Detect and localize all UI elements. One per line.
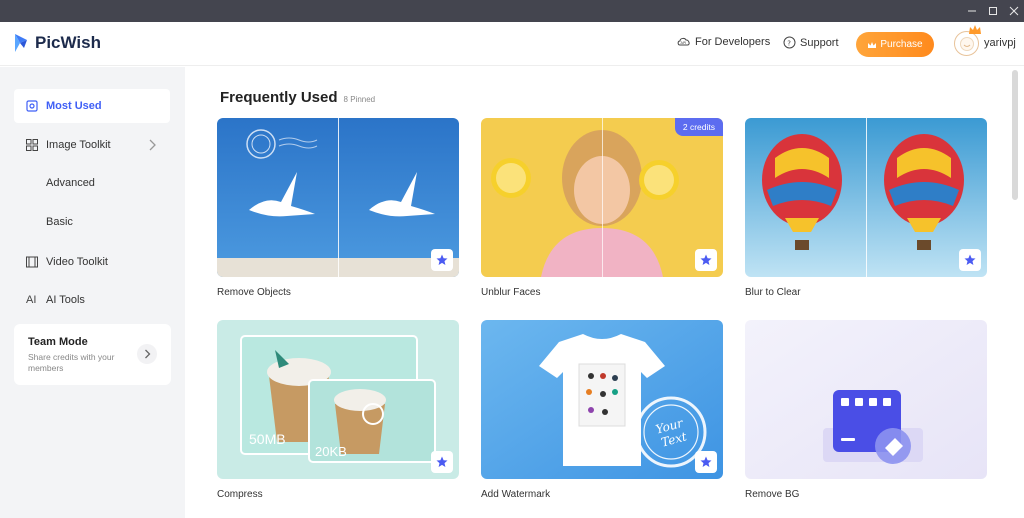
purchase-button[interactable]: Purchase xyxy=(856,32,934,57)
scrollbar[interactable] xyxy=(1012,70,1018,200)
compare-divider[interactable] xyxy=(602,118,603,277)
support-link[interactable]: ? Support xyxy=(783,36,839,49)
size-after-label: 20KB xyxy=(315,444,347,459)
star-icon xyxy=(436,254,448,265)
sidebar-item-ai-tools[interactable]: AI AI Tools xyxy=(14,283,170,317)
pinned-count: 8 Pinned xyxy=(343,95,376,104)
star-icon xyxy=(700,456,712,467)
tool-card-unblur-faces[interactable]: 2 credits Unblur Faces xyxy=(481,118,723,298)
most-used-icon xyxy=(26,100,38,112)
crown-icon xyxy=(868,41,877,48)
page-title: Frequently Used xyxy=(220,89,338,106)
credits-badge: 2 credits xyxy=(674,118,723,136)
star-icon xyxy=(964,254,976,265)
sidebar-item-most-used[interactable]: Most Used xyxy=(14,89,170,123)
sidebar-item-label: Image Toolkit xyxy=(46,139,111,151)
svg-text:?: ? xyxy=(787,39,791,47)
sidebar-item-label: Video Toolkit xyxy=(46,256,108,268)
size-before-label: 50MB xyxy=(249,431,286,447)
purchase-label: Purchase xyxy=(880,39,923,50)
picwish-logo-icon xyxy=(15,34,27,52)
sidebar-item-video-toolkit[interactable]: Video Toolkit xyxy=(14,245,170,279)
card-thumbnail: Your Text xyxy=(481,320,723,479)
compare-divider[interactable] xyxy=(338,118,339,277)
card-label: Remove BG xyxy=(745,489,800,500)
logo[interactable]: PicWish xyxy=(12,32,101,54)
user-avatar-icon xyxy=(959,36,974,51)
star-icon xyxy=(436,456,448,467)
close-icon[interactable] xyxy=(1003,0,1024,22)
sidebar-item-label: Most Used xyxy=(46,100,102,112)
compare-divider[interactable] xyxy=(866,118,867,277)
card-thumbnail xyxy=(745,320,987,479)
card-label: Compress xyxy=(217,489,263,500)
card-thumbnail: 2 credits xyxy=(481,118,723,277)
window-titlebar xyxy=(0,0,1024,22)
remove-bg-preview xyxy=(745,320,987,479)
pin-star-button[interactable] xyxy=(695,249,717,271)
tool-card-add-watermark[interactable]: Your Text Add Watermark xyxy=(481,320,723,500)
tool-card-compress[interactable]: 50MB 20KB Compress xyxy=(217,320,459,500)
for-developers-label: For Developers xyxy=(695,36,771,48)
chevron-right-icon xyxy=(149,139,156,151)
pin-star-button[interactable] xyxy=(431,451,453,473)
team-mode-card[interactable]: Team Mode Share credits with your member… xyxy=(14,324,171,385)
tool-card-remove-objects[interactable]: Remove Objects xyxy=(217,118,459,298)
card-label: Remove Objects xyxy=(217,287,291,298)
support-label: Support xyxy=(800,36,839,49)
card-label: Unblur Faces xyxy=(481,287,541,298)
chevron-right-icon xyxy=(144,349,150,359)
section-header: Frequently Used 8 Pinned xyxy=(220,89,375,106)
minimize-icon[interactable] xyxy=(961,0,982,22)
for-developers-link[interactable]: API For Developers xyxy=(677,36,770,48)
sidebar-item-basic[interactable]: Basic xyxy=(46,216,73,228)
sidebar: Most Used Image Toolkit Advanced Basic V… xyxy=(0,67,185,518)
grid-icon xyxy=(26,139,38,151)
film-icon xyxy=(26,256,38,268)
api-icon: API xyxy=(677,37,690,46)
card-thumbnail xyxy=(745,118,987,277)
pin-star-button[interactable] xyxy=(431,249,453,271)
team-mode-button[interactable] xyxy=(137,344,157,364)
pin-star-button[interactable] xyxy=(695,451,717,473)
vip-crown-icon xyxy=(969,25,981,34)
star-icon xyxy=(700,254,712,265)
app-header: PicWish API For Developers ? Support Pur… xyxy=(0,22,1024,66)
add-watermark-preview: Your Text xyxy=(481,320,723,479)
card-label: Add Watermark xyxy=(481,489,551,500)
card-thumbnail: 50MB 20KB xyxy=(217,320,459,479)
sidebar-item-advanced[interactable]: Advanced xyxy=(46,177,95,189)
tool-card-blur-to-clear[interactable]: Blur to Clear xyxy=(745,118,987,298)
help-icon: ? xyxy=(783,36,796,49)
sidebar-item-label: AI Tools xyxy=(46,294,85,306)
svg-text:API: API xyxy=(681,41,687,45)
tool-card-remove-bg[interactable]: Remove BG xyxy=(745,320,987,500)
app-name: PicWish xyxy=(35,33,101,52)
card-label: Blur to Clear xyxy=(745,287,801,298)
window-controls xyxy=(961,0,1024,22)
card-thumbnail xyxy=(217,118,459,277)
team-mode-subtitle: Share credits with your members xyxy=(28,352,115,373)
username[interactable]: yarivpj xyxy=(984,37,1016,49)
ai-icon: AI xyxy=(26,294,37,306)
sidebar-item-image-toolkit[interactable]: Image Toolkit xyxy=(14,128,170,162)
pin-star-button[interactable] xyxy=(959,249,981,271)
maximize-icon[interactable] xyxy=(982,0,1003,22)
